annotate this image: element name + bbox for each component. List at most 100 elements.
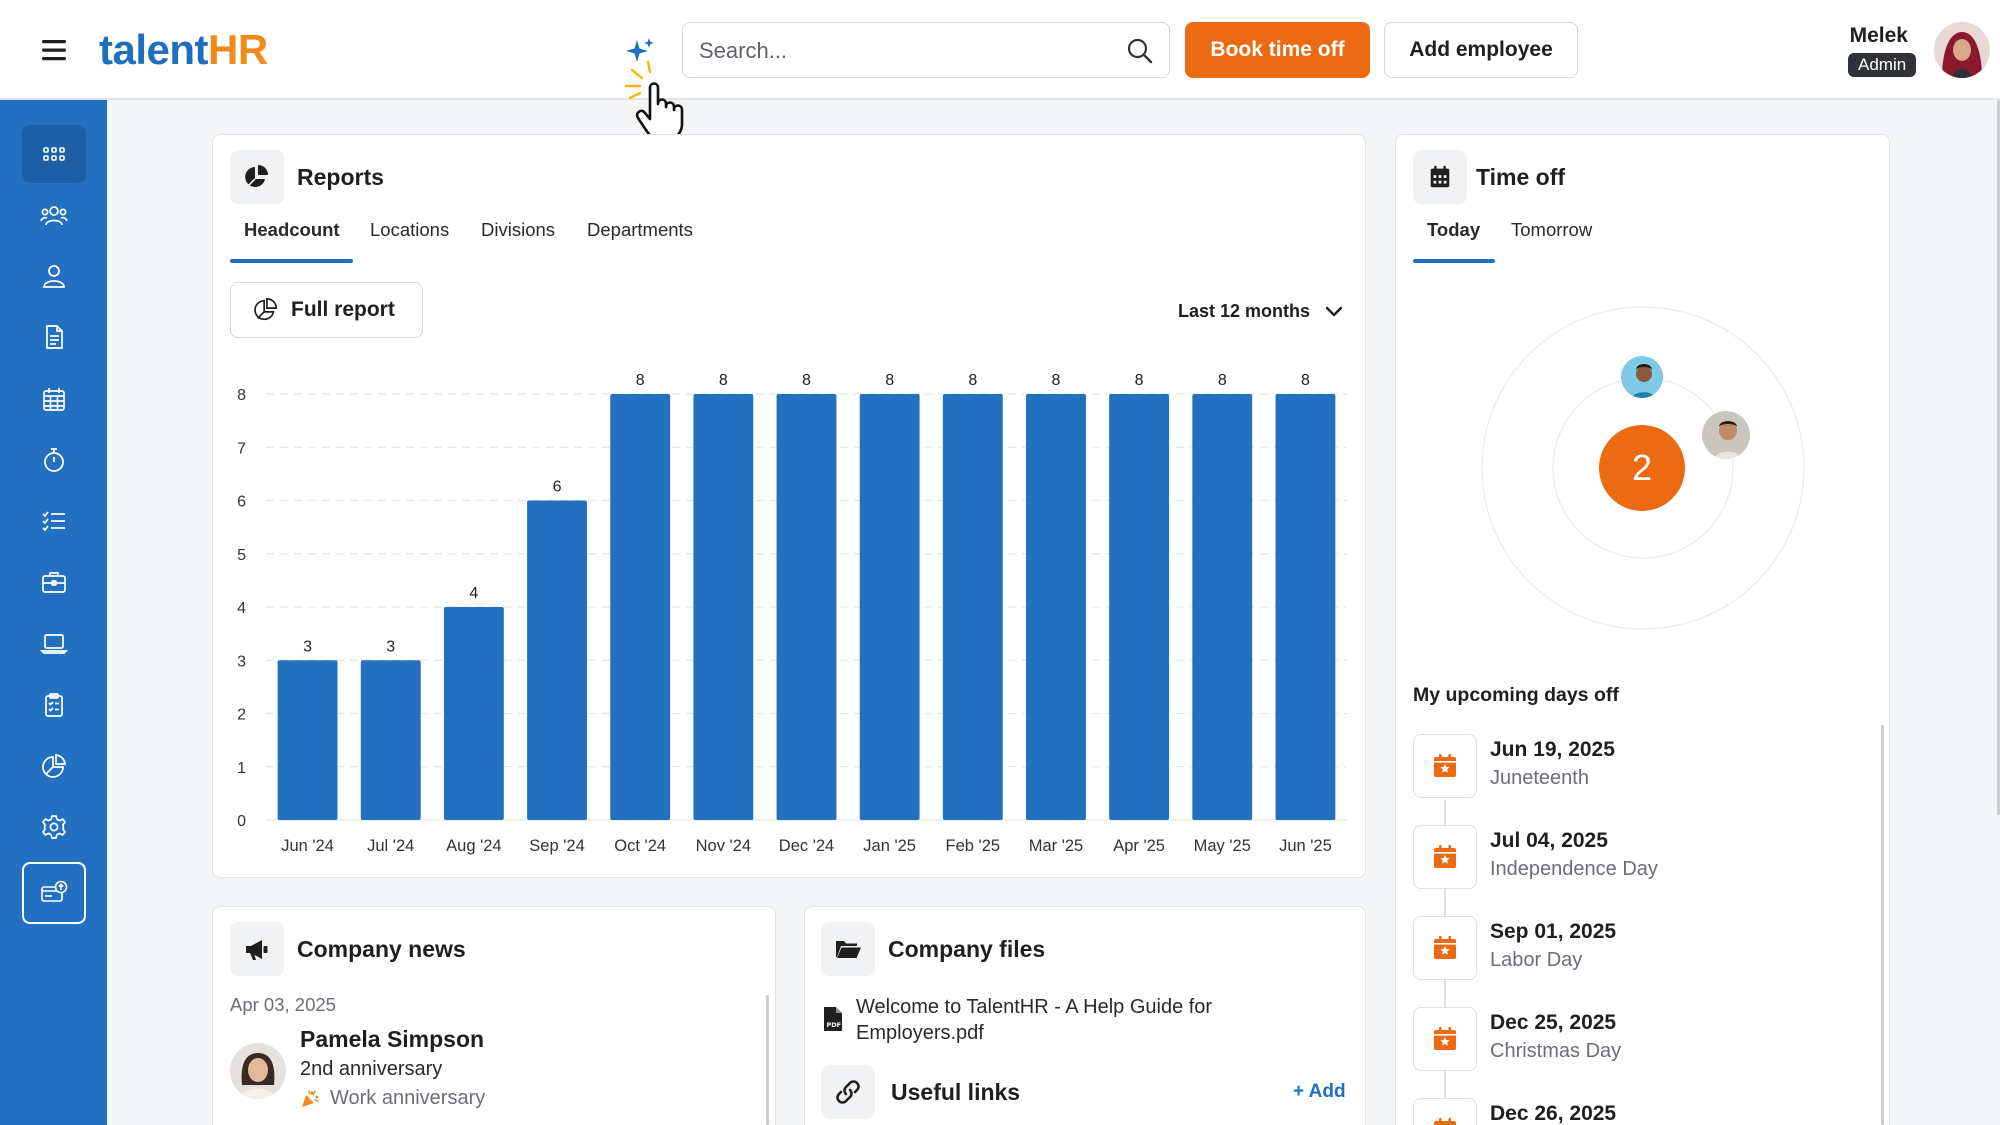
x-tick-label: Dec '24 [779, 837, 834, 855]
date-range-select[interactable]: Last 12 months [1178, 296, 1344, 326]
news-person-name[interactable]: Pamela Simpson [300, 1026, 484, 1053]
sidebar-item-profile[interactable] [22, 247, 86, 305]
company-files-icon-box [821, 922, 875, 976]
tab-locations[interactable]: Locations [370, 219, 449, 241]
group-icon [40, 206, 68, 226]
bar [1275, 394, 1336, 820]
search-icon[interactable] [1125, 36, 1155, 66]
sidebar-item-assets[interactable] [22, 614, 86, 672]
y-tick-label: 0 [237, 813, 246, 830]
data-label: 6 [553, 479, 562, 496]
user-avatar[interactable] [1934, 22, 1990, 78]
sidebar-item-people[interactable] [22, 186, 86, 244]
people-off-count: 2 [1599, 425, 1685, 511]
y-tick-label: 2 [237, 707, 246, 724]
sidebar-item-dashboard[interactable] [22, 125, 86, 183]
day-off-date: Dec 25, 2025 [1490, 1011, 1617, 1034]
laptop-icon [40, 634, 68, 654]
headcount-bar-chart: 0 1 2 3 4 5 6 7 8 3 Jun '24 3 Jul '24 4 Aug '24 6 Sep '2… [237, 372, 1347, 855]
file-name[interactable]: Welcome to TalentHR - A Help Guide for E… [856, 994, 1326, 1046]
tab-tomorrow[interactable]: Tomorrow [1511, 219, 1592, 241]
search-input[interactable] [699, 31, 1109, 71]
sidebar-item-checklists[interactable] [22, 492, 86, 550]
holiday-calendar-icon [1413, 1007, 1477, 1071]
clipboard-icon [45, 693, 63, 717]
bar [610, 394, 671, 820]
top-bar: talentHR Book time off Add employee Mele… [0, 0, 2000, 100]
checklist-icon [42, 511, 65, 532]
tab-divisions[interactable]: Divisions [481, 219, 555, 241]
holiday-calendar-icon [1413, 1098, 1477, 1125]
days-off-scrollbar[interactable] [1881, 725, 1884, 1125]
x-tick-label: Nov '24 [696, 837, 751, 855]
x-tick-label: Oct '24 [614, 837, 666, 855]
sidebar-item-reviews[interactable] [22, 676, 86, 734]
tab-headcount[interactable]: Headcount [244, 219, 340, 241]
talenthr-logo[interactable]: talentHR [99, 22, 268, 78]
day-off-date: Dec 26, 2025 [1490, 1102, 1617, 1125]
x-tick-label: Jan '25 [863, 837, 916, 855]
pie-chart-icon [42, 754, 66, 778]
active-tab-indicator [230, 259, 353, 263]
x-tick-label: Jun '25 [1279, 837, 1332, 855]
bar [942, 394, 1003, 820]
news-scrollbar[interactable] [766, 995, 769, 1125]
x-tick-label: May '25 [1194, 837, 1251, 855]
bar [527, 500, 587, 820]
full-report-button[interactable]: Full report [230, 282, 423, 338]
stopwatch-icon [44, 448, 64, 472]
company-news-title: Company news [297, 936, 466, 962]
card-upgrade-icon [41, 880, 68, 902]
party-popper-icon [302, 1089, 319, 1107]
folder-open-icon [836, 941, 861, 958]
add-employee-button[interactable]: Add employee [1384, 22, 1578, 78]
news-event-type-label: Work anniversary [330, 1087, 486, 1109]
book-time-off-button[interactable]: Book time off [1185, 22, 1370, 78]
holiday-calendar-icon [1413, 825, 1477, 889]
holiday-calendar-icon [1413, 734, 1477, 798]
day-off-name: Labor Day [1490, 949, 1583, 971]
x-tick-label: Mar '25 [1029, 837, 1084, 855]
sidebar-item-documents[interactable] [22, 308, 86, 366]
bar [277, 660, 338, 820]
employee-avatar[interactable] [1700, 409, 1752, 461]
grid-icon [43, 147, 65, 161]
bar [1026, 394, 1086, 820]
useful-links-title: Useful links [891, 1079, 1021, 1105]
company-files-title: Company files [888, 936, 1046, 962]
day-off-date: Sep 01, 2025 [1490, 920, 1617, 943]
user-role-badge: Admin [1848, 53, 1917, 77]
y-tick-label: 8 [237, 387, 246, 404]
holiday-calendar-icon [1413, 916, 1477, 980]
x-tick-label: Jul '24 [367, 837, 414, 855]
megaphone-icon [246, 940, 268, 960]
bar [1192, 394, 1253, 820]
tab-today[interactable]: Today [1427, 219, 1480, 241]
add-useful-link-button[interactable]: + Add [1293, 1081, 1346, 1103]
reports-icon-box [230, 150, 284, 204]
bar [693, 394, 754, 820]
data-label: 8 [719, 372, 728, 389]
data-label: 3 [386, 638, 395, 655]
document-icon [46, 325, 63, 349]
sidebar-item-billing-upgrade[interactable] [22, 862, 86, 924]
news-event: 2nd anniversary [300, 1058, 443, 1080]
tab-departments[interactable]: Departments [587, 219, 693, 241]
hamburger-menu-icon[interactable] [36, 32, 72, 68]
employee-avatar[interactable] [1619, 354, 1665, 400]
calendar-icon [1430, 165, 1450, 188]
day-off-date: Jul 04, 2025 [1490, 829, 1608, 852]
link-icon [836, 1080, 860, 1104]
sidebar-item-reports[interactable] [22, 737, 86, 795]
sidebar-item-time-tracking[interactable] [22, 431, 86, 489]
x-tick-label: Feb '25 [946, 837, 1001, 855]
day-off-name: Independence Day [1490, 858, 1658, 880]
x-tick-label: Jun '24 [281, 837, 334, 855]
pamela-simpson-avatar[interactable] [230, 1043, 286, 1099]
bar [859, 394, 920, 820]
sidebar-item-calendar[interactable] [22, 370, 86, 428]
reports-title: Reports [297, 164, 384, 190]
sidebar-item-settings[interactable] [22, 798, 86, 856]
sidebar-item-hiring[interactable] [22, 553, 86, 611]
search-field[interactable] [682, 22, 1170, 78]
